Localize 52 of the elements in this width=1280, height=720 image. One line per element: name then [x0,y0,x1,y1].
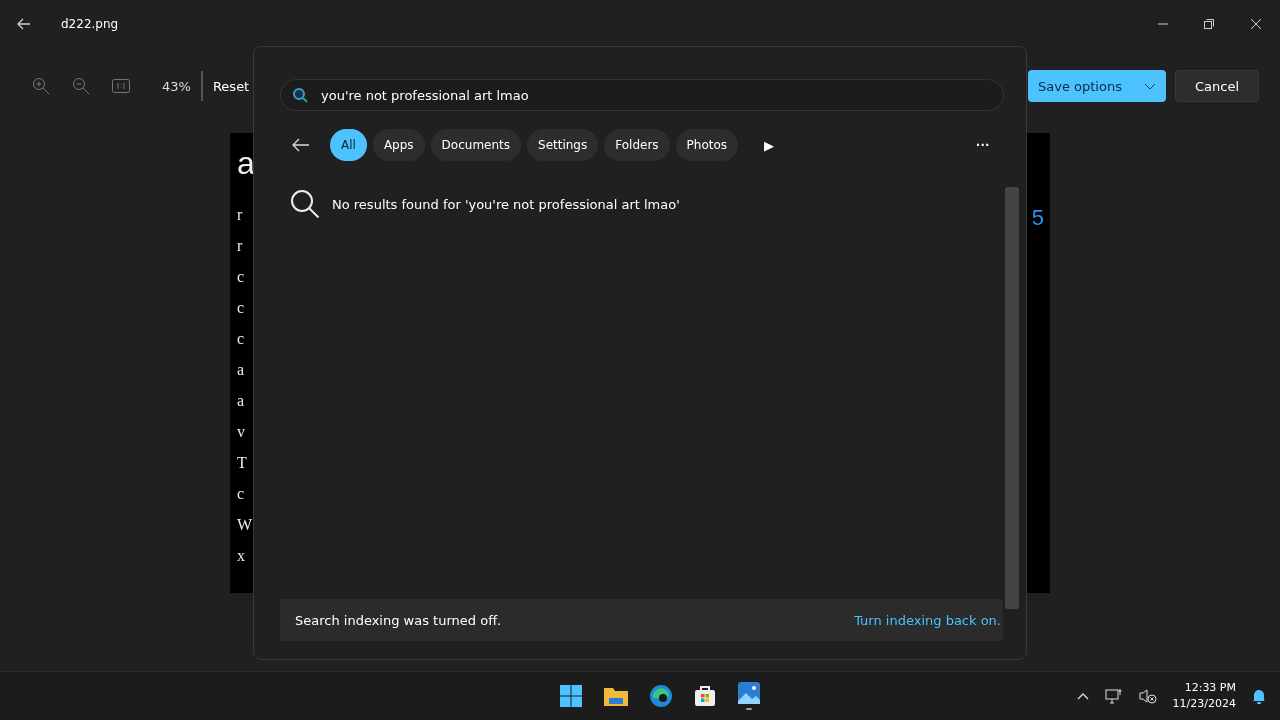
zoom-in-icon[interactable] [32,77,50,95]
zoom-percentage: 43% [162,78,191,94]
actual-size-icon[interactable] [112,79,130,93]
zoom-out-icon[interactable] [72,77,90,95]
cancel-button[interactable]: Cancel [1175,70,1259,102]
search-icon [292,87,308,103]
image-text: r [237,205,244,225]
bell-icon[interactable] [1252,688,1266,704]
filter-tab[interactable]: All [330,129,367,161]
save-options-button[interactable]: Save options [1028,70,1166,102]
chevron-up-icon[interactable] [1076,692,1089,700]
image-text: x [237,546,246,566]
image-text: W [237,515,254,535]
reset-button[interactable]: Reset [212,78,250,94]
turn-indexing-on-link[interactable]: Turn indexing back on. [854,612,1001,628]
image-text: a [237,391,246,411]
back-arrow-icon[interactable] [292,138,310,152]
close-icon[interactable] [1250,18,1262,30]
more-options-button[interactable]: ··· [970,136,996,154]
folder-icon[interactable] [603,685,630,707]
image-text: c [237,484,246,504]
filter-tab[interactable]: Folders [604,129,670,161]
search-icon [290,189,320,219]
image-text: a [237,360,246,380]
search-field[interactable]: you're not professional art lmao [280,79,1004,111]
browser-icon[interactable] [649,684,674,708]
filter-tab[interactable]: Apps [372,129,425,161]
image-text: r [237,236,244,256]
restore-icon[interactable] [1204,19,1214,29]
image-text: T [237,453,248,473]
photos-icon[interactable] [737,681,762,711]
image-text: a [237,144,255,183]
store-icon[interactable] [693,684,718,708]
start-icon[interactable] [559,684,584,708]
no-results-message: No results found for 'you're not professional art lmao' [332,196,680,212]
chevron-down-icon [1144,82,1156,90]
back-arrow-icon[interactable] [17,18,31,30]
filter-tab[interactable]: Documents [430,129,521,161]
image-text: c [237,298,246,318]
image-text: c [237,267,246,287]
indexing-message: Search indexing was turned off. [295,612,502,628]
muted-speaker-icon[interactable] [1138,688,1157,704]
image-text: 5 [1031,205,1044,232]
more-filters-button[interactable]: ▶ [758,136,781,154]
network-icon[interactable] [1104,688,1123,704]
clock-date[interactable]: 11/23/2024 [1172,696,1236,712]
image-text: c [237,329,246,349]
filter-tab[interactable]: Settings [527,129,599,161]
image-text: v [237,422,246,442]
filter-tab[interactable]: Photos [675,129,739,161]
window-title: d222.png [61,17,119,31]
clock-time[interactable]: 12:33 PM [1184,680,1236,696]
